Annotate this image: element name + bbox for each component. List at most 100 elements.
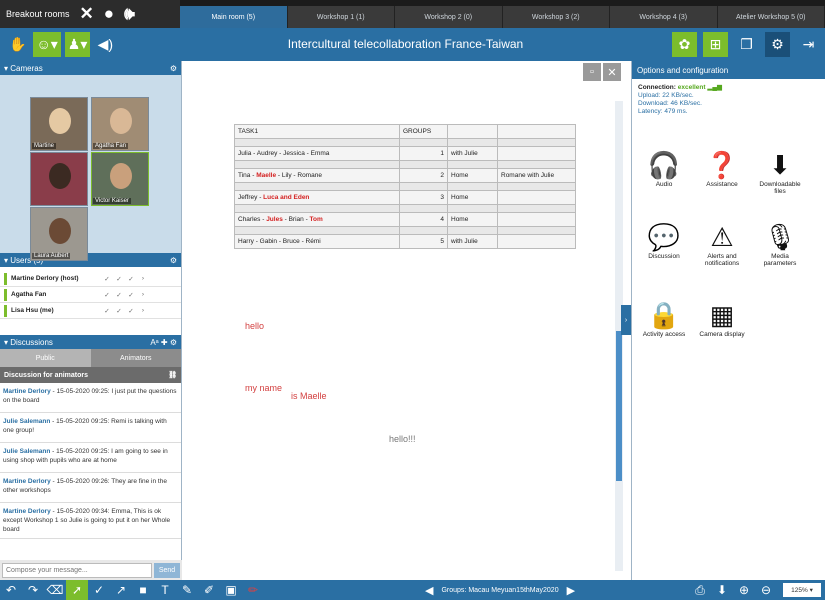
message-list: Martine Derlory - 15-05-2020 09:25: I ju… [0,383,181,539]
check-icon[interactable]: ✓ [113,307,125,315]
arrow-icon[interactable]: ↗ [110,580,132,600]
message-input[interactable] [2,562,152,578]
user-name: Lisa Hsu (me) [11,307,54,314]
copy-icon[interactable]: ❐ [734,32,759,57]
send-button[interactable]: Send [154,562,180,578]
gear-icon[interactable]: ⚙ [170,64,177,73]
image-icon[interactable]: ▣ [220,580,242,600]
logout-icon[interactable]: ⇥ [796,32,821,57]
add-icon[interactable]: ✚ [161,338,168,347]
print-icon[interactable]: ⎙ [689,580,711,600]
zoom-select[interactable]: 125% ▾ [783,583,821,597]
board-scrollbar[interactable] [615,101,623,571]
option-downloadable-files[interactable]: ⬇ Downloadable files [754,149,806,195]
scrollbar-thumb[interactable] [616,331,622,481]
zoom-in-icon[interactable]: ⊕ [733,580,755,600]
room-tabs: Main room (5) Workshop 1 (1) Workshop 2 … [180,6,825,28]
speaker-icon[interactable]: 🕪 [124,4,135,24]
table-cell [497,234,576,249]
table-header-cell [447,124,498,139]
tab-workshop-3[interactable]: Workshop 3 (2) [502,6,610,28]
text-icon[interactable]: T [154,580,176,600]
highlighter-icon[interactable]: ✐ [198,580,220,600]
rectangle-icon[interactable]: ■ [132,580,154,600]
minimize-icon[interactable]: ▫ [583,63,601,81]
option-discussion[interactable]: 💬 Discussion [638,221,690,260]
option-alerts[interactable]: ⚠ Alerts and notifications [696,221,748,267]
user-row[interactable]: Agatha Fan ✓ ✓ ✓ › [0,287,181,303]
users-header[interactable]: ▾ Users (5) ⚙ [0,253,181,267]
chat-bubble-icon[interactable]: ● [104,4,114,24]
gear-icon[interactable]: ⚙ [170,256,177,265]
check-icon[interactable]: ✓ [113,291,125,299]
close-icon[interactable]: ✕ [80,4,94,24]
chevron-right-icon[interactable]: › [137,307,149,314]
table-row: Charles - Jules - Brian - Tom 4 Home [234,212,576,227]
pointer-icon[interactable]: ➚ [66,580,88,600]
option-media-parameters[interactable]: 🎙 Media parameters [754,221,806,267]
link-icon[interactable]: ⛓ [168,371,177,379]
panel-toggle[interactable]: › [621,305,631,335]
tab-main-room[interactable]: Main room (5) [180,6,288,28]
option-audio[interactable]: 🎧 Audio [638,149,690,188]
tab-workshop-5[interactable]: Atelier Workshop 5 (0) [717,6,825,28]
option-camera-display[interactable]: ▦ Camera display [696,299,748,338]
message-author: Julie Salemann [3,448,51,455]
table-cell: Home [447,212,498,227]
table-spacer-row [234,204,576,213]
pen-icon[interactable]: ✎ [176,580,198,600]
user-status-icon[interactable]: ☺▾ [33,32,61,57]
discussions-title: Discussions [10,337,53,347]
check-icon[interactable]: ✓ [101,291,113,299]
check-icon[interactable]: ✓ [101,307,113,315]
eraser-icon[interactable]: ⌫ [44,580,66,600]
camera-tile[interactable] [30,152,88,206]
chevron-right-icon[interactable]: ▶ [567,584,575,597]
option-assistance[interactable]: ❓ Assistance [696,149,748,188]
discussions-header[interactable]: ▾ Discussions Aᵃ ✚ ⚙ [0,335,181,349]
animator-icon[interactable]: ✿ [672,32,697,57]
check-icon[interactable]: ✓ [113,275,125,283]
tab-public[interactable]: Public [0,349,91,367]
chevron-right-icon[interactable]: › [137,275,149,282]
user-row[interactable]: Martine Derlory (host) ✓ ✓ ✓ › [0,271,181,287]
check-icon[interactable]: ✓ [125,307,137,315]
volume-icon[interactable]: ◀) [94,32,116,57]
zoom-out-icon[interactable]: ⊖ [755,580,777,600]
redo-icon[interactable]: ↷ [22,580,44,600]
raise-hand-icon[interactable]: ✋ [6,32,29,57]
gear-icon[interactable]: ⚙ [170,338,177,347]
font-size-icon[interactable]: Aᵃ [150,338,158,347]
user-status-bar [4,288,7,301]
camera-tile[interactable]: Victor Kaiser [91,152,149,206]
tab-workshop-2[interactable]: Workshop 2 (0) [395,6,503,28]
breakout-rooms-label[interactable]: Breakout rooms [6,9,70,19]
camera-tile[interactable]: Agatha Fan [91,97,149,151]
table-cell: Home [447,168,498,183]
camera-tile[interactable]: Laura Aubert [30,207,88,261]
camera-tile[interactable]: Martine [30,97,88,151]
network-icon[interactable]: ⊞ [703,32,728,57]
user-name: Martine Derlory (host) [11,275,79,282]
whiteboard[interactable]: ▫ ✕ TASK1 GROUPS Julia - Audrey - Jessic… [183,61,623,580]
participant-face [110,108,132,134]
check-icon[interactable]: ✓ [125,275,137,283]
chevron-right-icon[interactable]: › [137,291,149,298]
download-icon[interactable]: ⬇ [711,580,733,600]
check-icon[interactable]: ✓ [125,291,137,299]
tab-animators[interactable]: Animators [90,349,181,367]
tab-workshop-4[interactable]: Workshop 4 (3) [610,6,718,28]
tab-workshop-1[interactable]: Workshop 1 (1) [287,6,395,28]
check-icon[interactable]: ✓ [101,275,113,283]
laser-pointer-icon[interactable]: ✏ [242,580,264,600]
undo-icon[interactable]: ↶ [0,580,22,600]
presenter-icon[interactable]: ♟▾ [64,32,91,57]
checkmark-icon[interactable]: ✓ [88,580,110,600]
option-activity-access[interactable]: 🔒 Activity access [638,299,690,338]
gear-icon[interactable]: ⚙ [765,32,790,57]
close-icon[interactable]: ✕ [603,63,621,81]
chevron-left-icon[interactable]: ◀ [425,584,433,597]
camera-name: Martine [32,143,57,149]
user-row[interactable]: Lisa Hsu (me) ✓ ✓ ✓ › [0,303,181,319]
cameras-header[interactable]: ▾ Cameras ⚙ [0,61,181,75]
